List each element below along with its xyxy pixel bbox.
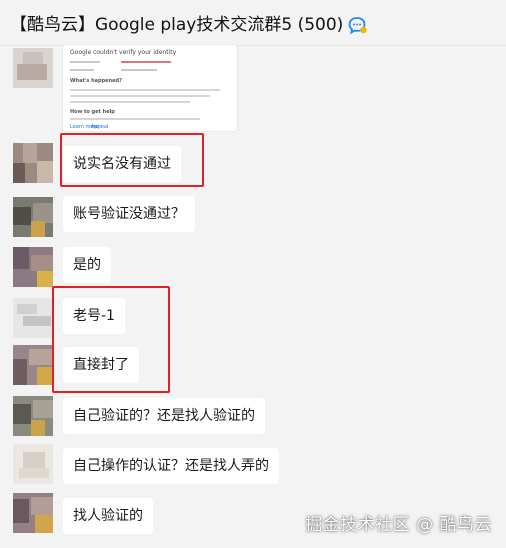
chat-header: 【酷鸟云】Google play技术交流群5 (500) bbox=[0, 0, 506, 46]
message-bubble[interactable]: 找人验证的 bbox=[63, 498, 153, 534]
message-bubble[interactable]: 直接封了 bbox=[63, 347, 139, 383]
watermark: 掘金技术社区 @ 酷鸟云 bbox=[305, 515, 492, 535]
avatar[interactable] bbox=[13, 197, 53, 237]
avatar[interactable] bbox=[13, 247, 53, 287]
avatar[interactable] bbox=[13, 298, 53, 338]
avatar[interactable] bbox=[13, 143, 53, 183]
message-bubble[interactable]: 老号-1 bbox=[63, 298, 125, 334]
screenshot-link-appeal: Appeal bbox=[91, 124, 109, 130]
screenshot-whats-happened: What's happened? bbox=[70, 78, 122, 84]
screenshot-heading: Google couldn't verify your identity bbox=[70, 49, 177, 56]
avatar[interactable] bbox=[13, 396, 53, 436]
avatar[interactable] bbox=[13, 493, 53, 533]
message-bubble[interactable]: 是的 bbox=[63, 247, 111, 283]
chat-title[interactable]: 【酷鸟云】Google play技术交流群5 (500) bbox=[10, 10, 343, 35]
avatar[interactable] bbox=[13, 48, 53, 88]
message-bubble[interactable]: 自己验证的？还是找人验证的 bbox=[63, 398, 265, 434]
screenshot-image[interactable]: Google couldn't verify your identity Wha… bbox=[62, 44, 238, 132]
avatar[interactable] bbox=[13, 345, 53, 385]
message-bubble[interactable]: 自己操作的认证？还是找人弄的 bbox=[63, 448, 279, 484]
message-bubble[interactable]: 账号验证没通过？ bbox=[63, 196, 195, 232]
screenshot-how-to-get-help: How to get help bbox=[70, 109, 115, 115]
message-bubble[interactable]: 说实名没有通过 bbox=[63, 146, 181, 182]
group-chat-icon[interactable] bbox=[348, 16, 368, 34]
avatar[interactable] bbox=[13, 444, 53, 484]
